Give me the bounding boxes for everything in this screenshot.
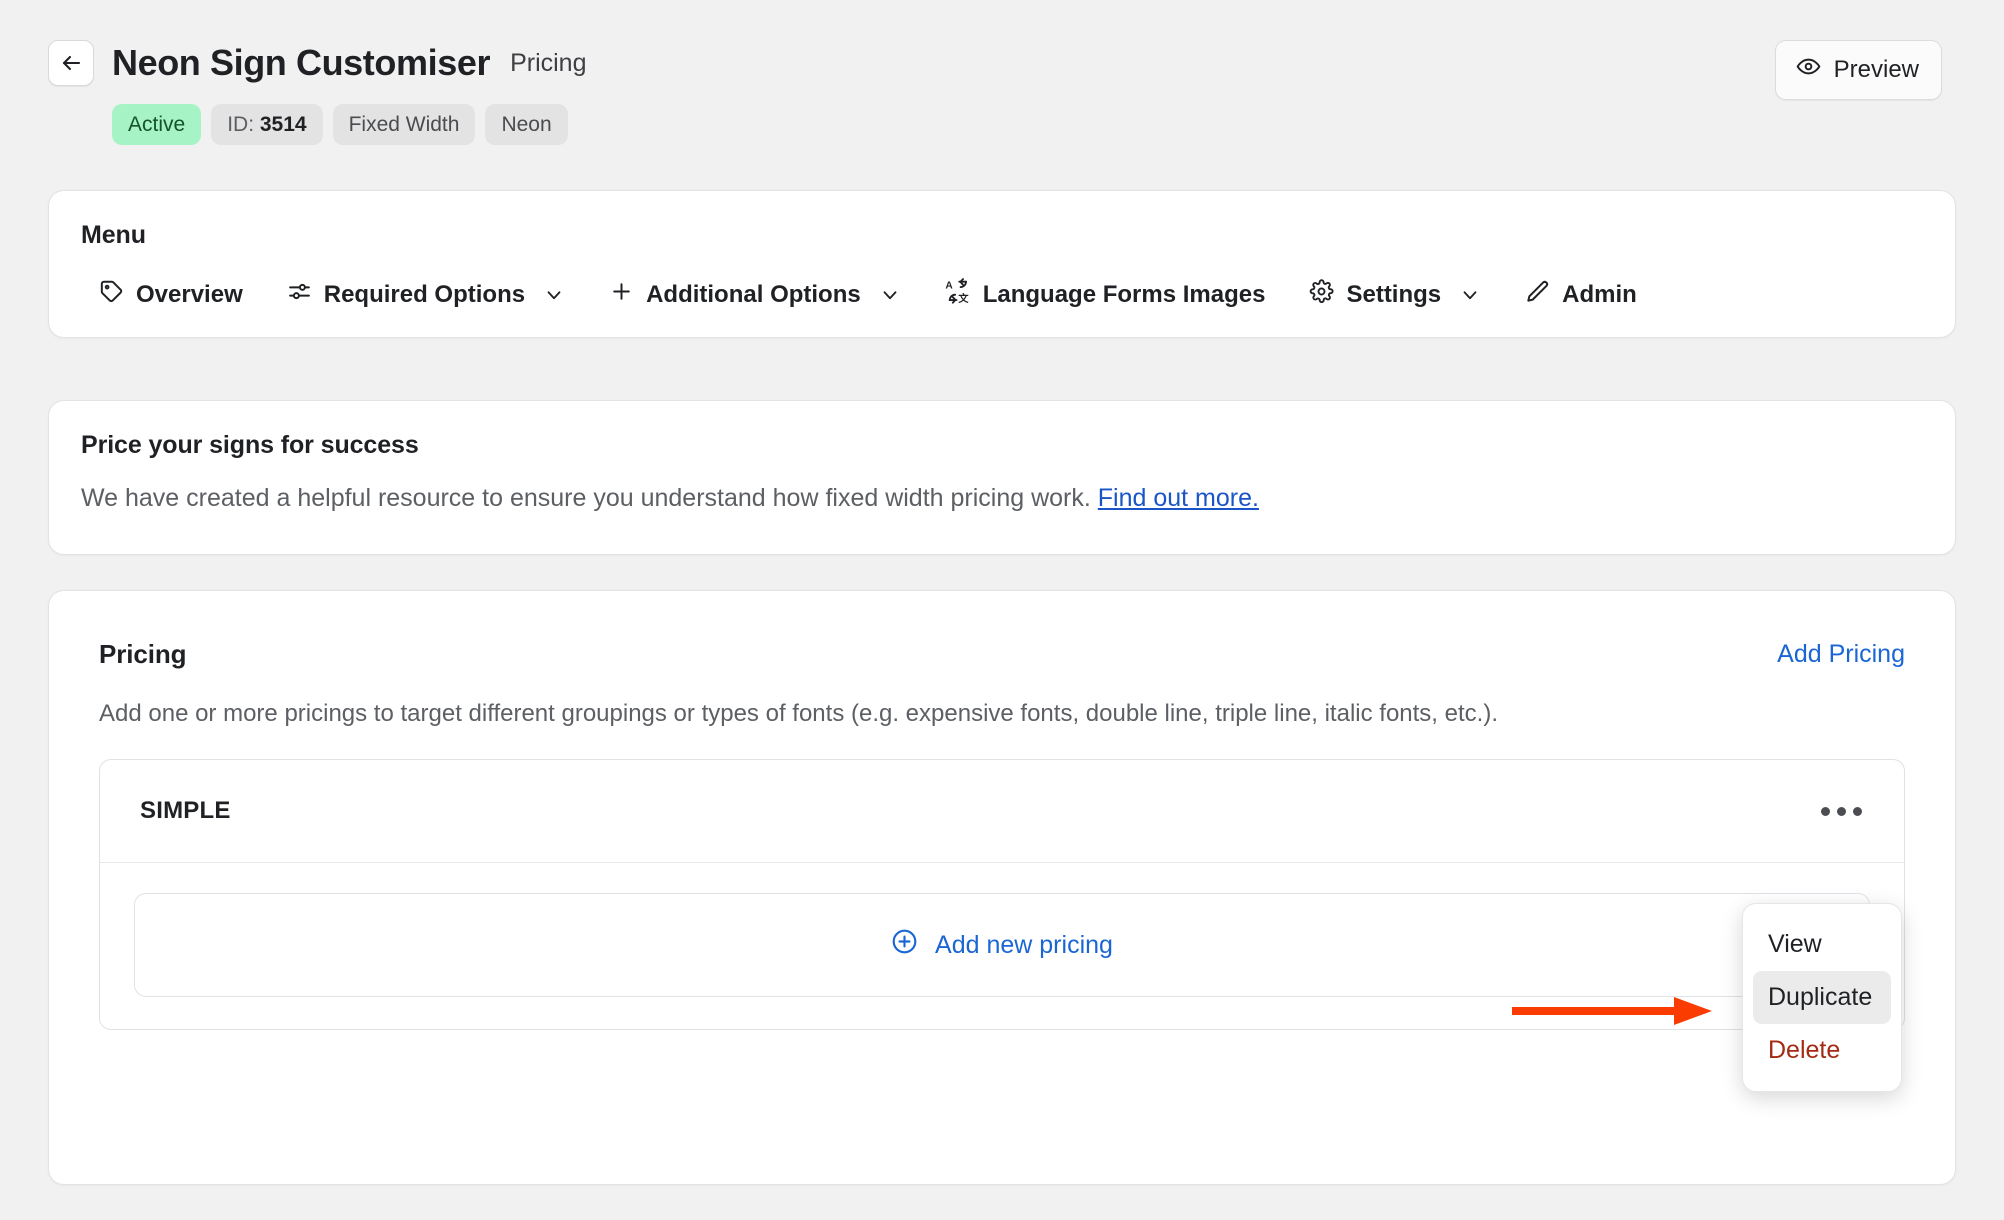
sliders-icon bbox=[287, 279, 312, 311]
preview-button-label: Preview bbox=[1833, 56, 1919, 83]
resource-card-body: We have created a helpful resource to en… bbox=[81, 486, 1955, 511]
eye-icon bbox=[1796, 54, 1821, 86]
status-badge: Active bbox=[112, 104, 202, 145]
id-badge: ID: 3514 bbox=[211, 104, 323, 145]
kebab-dot bbox=[1821, 806, 1830, 816]
find-out-more-link[interactable]: Find out more. bbox=[1098, 484, 1259, 512]
kebab-dot bbox=[1853, 806, 1862, 816]
menu-item-label: Overview bbox=[136, 280, 243, 308]
plus-icon bbox=[609, 279, 634, 311]
plus-circle-icon bbox=[891, 928, 918, 962]
resource-card-text: We have created a helpful resource to en… bbox=[81, 484, 1091, 512]
svg-text:A: A bbox=[945, 280, 953, 291]
chevron-down-icon[interactable] bbox=[1459, 284, 1481, 306]
resource-card-heading: Price your signs for success bbox=[81, 431, 419, 459]
kebab-dot bbox=[1837, 806, 1846, 816]
dropdown-item-duplicate[interactable]: Duplicate bbox=[1753, 971, 1891, 1024]
width-badge: Fixed Width bbox=[332, 104, 476, 145]
arrow-left-icon bbox=[59, 51, 83, 75]
menu-item-label: Additional Options bbox=[646, 280, 861, 308]
pencil-icon bbox=[1525, 279, 1550, 311]
badge-row: Active ID: 3514 Fixed Width Neon bbox=[112, 104, 586, 145]
gear-icon bbox=[1309, 278, 1334, 311]
pricing-group-header: SIMPLE bbox=[100, 760, 1904, 863]
pricing-description: Add one or more pricings to target diffe… bbox=[99, 700, 1498, 727]
menu-item-required-options[interactable]: Required Options bbox=[265, 273, 587, 317]
page-subtitle: Pricing bbox=[510, 48, 587, 77]
pricing-card: Pricing Add Pricing Add one or more pric… bbox=[48, 590, 1956, 1185]
pricing-group-title: SIMPLE bbox=[140, 797, 231, 824]
menu-item-label: Settings bbox=[1346, 280, 1442, 308]
add-new-pricing-label: Add new pricing bbox=[935, 930, 1113, 959]
chevron-down-icon[interactable] bbox=[543, 284, 565, 306]
tag-icon bbox=[99, 279, 124, 311]
menu-items: Overview Required Options Additional Opt… bbox=[77, 272, 1955, 317]
menu-item-admin[interactable]: Admin bbox=[1503, 273, 1659, 317]
svg-text:文: 文 bbox=[957, 292, 969, 304]
id-badge-value: 3514 bbox=[259, 113, 307, 136]
translate-icon: A 文 bbox=[945, 278, 971, 311]
page-header: Neon Sign Customiser Pricing Active ID: … bbox=[0, 0, 2004, 145]
menu-card: Menu Overview Required Options Additiona… bbox=[48, 190, 1956, 338]
more-horizontal-icon[interactable] bbox=[1815, 797, 1868, 826]
menu-item-overview[interactable]: Overview bbox=[77, 273, 265, 317]
back-button[interactable] bbox=[48, 40, 94, 86]
dropdown-item-view[interactable]: View bbox=[1753, 918, 1891, 971]
preview-button[interactable]: Preview bbox=[1774, 40, 1942, 100]
menu-item-label: Admin bbox=[1562, 280, 1637, 308]
dropdown-item-delete[interactable]: Delete bbox=[1753, 1024, 1891, 1077]
chevron-down-icon[interactable] bbox=[879, 284, 901, 306]
pricing-group-body: Add new pricing bbox=[100, 863, 1904, 1029]
menu-item-label: Required Options bbox=[323, 280, 526, 308]
pricing-group-simple: SIMPLE Add new pricing bbox=[99, 759, 1905, 1030]
title-block: Neon Sign Customiser Pricing Active ID: … bbox=[48, 40, 586, 145]
menu-item-settings[interactable]: Settings bbox=[1287, 273, 1503, 317]
resource-card: Price your signs for success We have cre… bbox=[48, 400, 1956, 555]
page-title: Neon Sign Customiser bbox=[112, 42, 491, 83]
id-badge-prefix: ID: bbox=[227, 113, 260, 136]
menu-card-heading: Menu bbox=[81, 221, 146, 249]
menu-item-language-forms-images[interactable]: A 文 Language Forms Images bbox=[923, 272, 1288, 317]
add-pricing-link[interactable]: Add Pricing bbox=[1777, 640, 1905, 669]
type-badge: Neon bbox=[485, 104, 568, 145]
menu-item-label: Language Forms Images bbox=[982, 280, 1266, 308]
add-new-pricing-button[interactable]: Add new pricing bbox=[134, 893, 1870, 997]
menu-item-additional-options[interactable]: Additional Options bbox=[587, 273, 923, 317]
pricing-header: Pricing Add Pricing bbox=[99, 639, 1905, 670]
context-dropdown-menu: View Duplicate Delete bbox=[1742, 903, 1902, 1092]
pricing-heading: Pricing bbox=[99, 639, 187, 669]
